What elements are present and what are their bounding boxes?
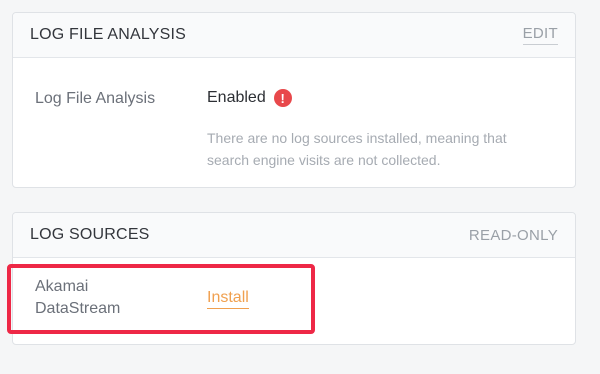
edit-button[interactable]: EDIT (522, 25, 558, 45)
log-file-analysis-title: LOG FILE ANALYSIS (30, 26, 187, 43)
source-name: Akamai DataStream (35, 278, 121, 317)
log-sources-header: LOG SOURCES READ-ONLY (13, 213, 575, 258)
status-note: There are no log sources installed, mean… (207, 130, 507, 168)
settings-page: LOG FILE ANALYSIS EDIT Log File Analysis… (0, 0, 600, 374)
read-only-label: READ-ONLY (468, 226, 558, 244)
log-sources-title: LOG SOURCES (30, 226, 150, 243)
install-link[interactable]: Install (207, 288, 249, 309)
log-sources-card: LOG SOURCES READ-ONLY Akamai DataStream … (12, 212, 576, 345)
log-file-analysis-header: LOG FILE ANALYSIS EDIT (13, 13, 575, 58)
status-value: Enabled (207, 89, 266, 106)
alert-icon: ! (273, 89, 292, 107)
log-file-analysis-status: Enabled ! (207, 89, 292, 107)
log-file-analysis-label: Log File Analysis (35, 90, 156, 107)
log-file-analysis-card: LOG FILE ANALYSIS EDIT Log File Analysis… (12, 12, 576, 188)
